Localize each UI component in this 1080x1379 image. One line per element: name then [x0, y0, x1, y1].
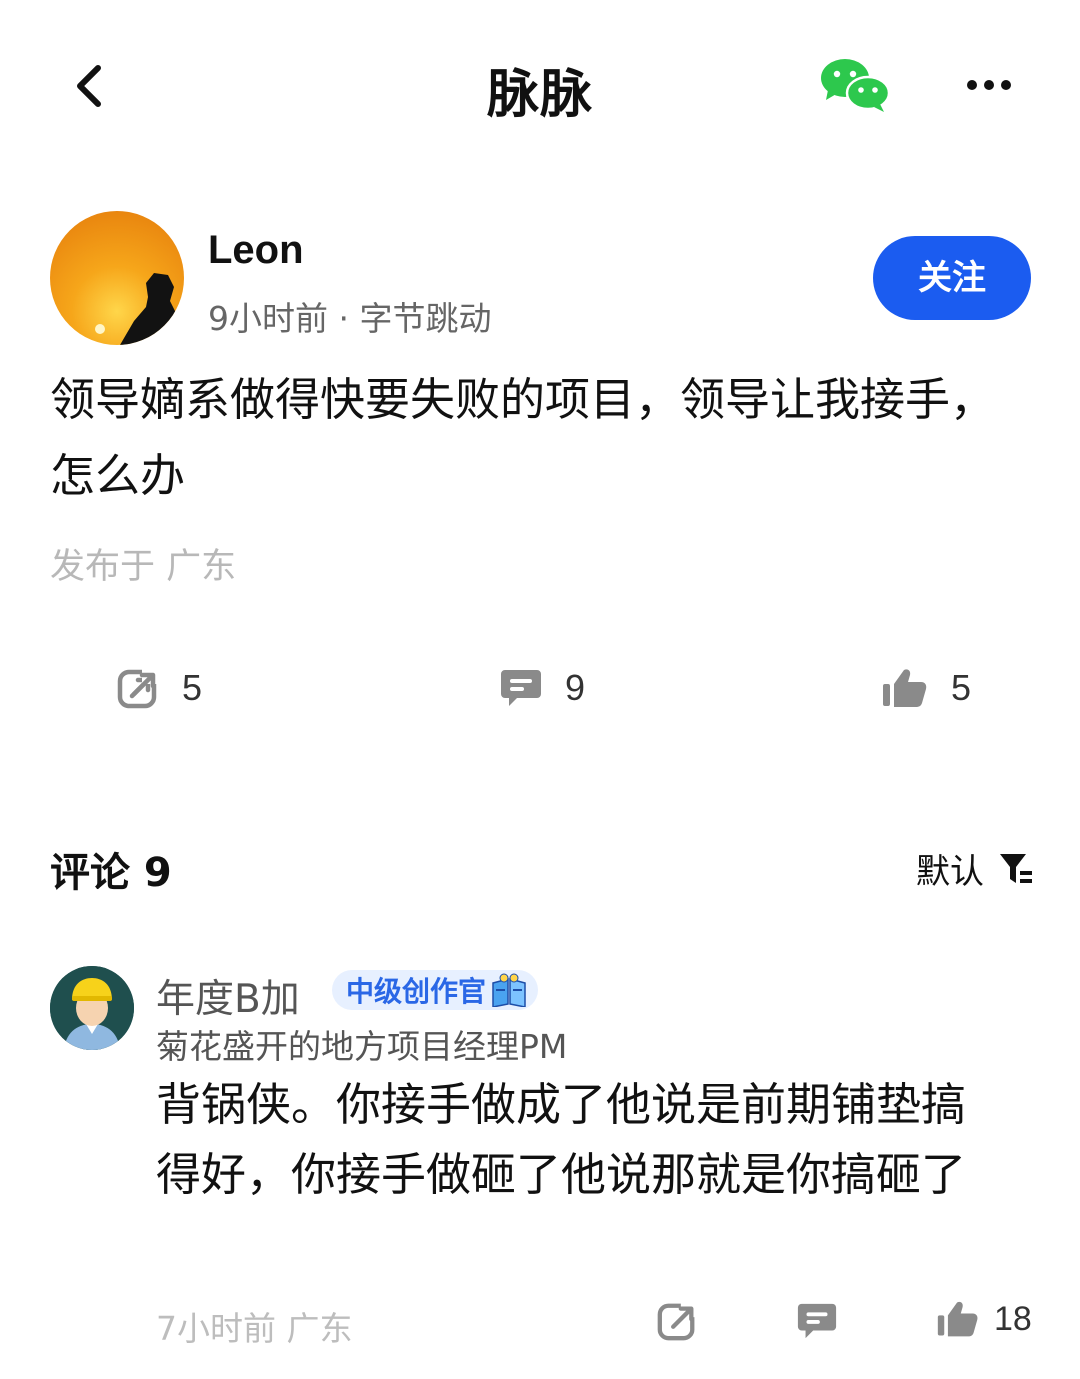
comment-icon [797, 1303, 837, 1339]
comment-stat-button[interactable]: 9 [499, 660, 585, 716]
comments-title: 评论 9 [50, 850, 172, 896]
comment-count: 9 [565, 667, 586, 708]
comment-meta: 7小时前 广东 [156, 1309, 353, 1348]
comment-avatar[interactable] [50, 966, 134, 1050]
comment-content: 背锅侠。你接手做成了他说是前期铺垫搞得好，你接手做砸了他说那就是你搞砸了 [156, 1078, 967, 1201]
comment-like-button[interactable]: 18 [936, 1298, 1032, 1340]
comment-author-subtitle: 菊花盛开的地方项目经理PM [156, 1027, 568, 1066]
wechat-icon [821, 59, 891, 112]
sort-button[interactable]: 默认 [916, 844, 1036, 893]
creator-badge-label: 中级创作官 [346, 975, 487, 1008]
author-name[interactable]: Leon [208, 228, 304, 273]
author-avatar[interactable] [50, 211, 184, 345]
comment-like-count: 18 [994, 1299, 1032, 1338]
like-stat-button[interactable]: 5 [881, 660, 971, 716]
comment-author-name[interactable]: 年度B加 [156, 968, 300, 1024]
comment-icon [501, 670, 541, 706]
more-horizontal-icon [967, 80, 1011, 90]
sort-label: 默认 [916, 852, 984, 892]
thumbs-up-icon [937, 1301, 978, 1337]
share-icon [657, 1301, 697, 1341]
page-title: 脉脉 [486, 65, 593, 125]
comment-share-button[interactable] [656, 1300, 698, 1346]
author-meta: 9小时前 · 字节跳动 [208, 299, 492, 338]
thumbs-up-icon [883, 669, 927, 707]
share-count: 5 [182, 667, 203, 708]
post-content: 领导嫡系做得快要失败的项目，领导让我接手，怎么办 [50, 373, 996, 502]
follow-button[interactable]: 关注 [873, 236, 1031, 320]
post-location: 发布于 广东 [50, 547, 237, 587]
wechat-share-button[interactable] [818, 56, 892, 114]
more-button[interactable] [960, 70, 1018, 100]
share-stat-button[interactable]: 5 [116, 660, 202, 716]
like-count: 5 [951, 667, 972, 708]
filter-icon [1000, 853, 1032, 883]
comment-reply-button[interactable] [796, 1300, 838, 1346]
book-icon [492, 973, 526, 1007]
creator-badge[interactable]: 中级创作官 [332, 970, 539, 1010]
share-icon [117, 668, 158, 709]
